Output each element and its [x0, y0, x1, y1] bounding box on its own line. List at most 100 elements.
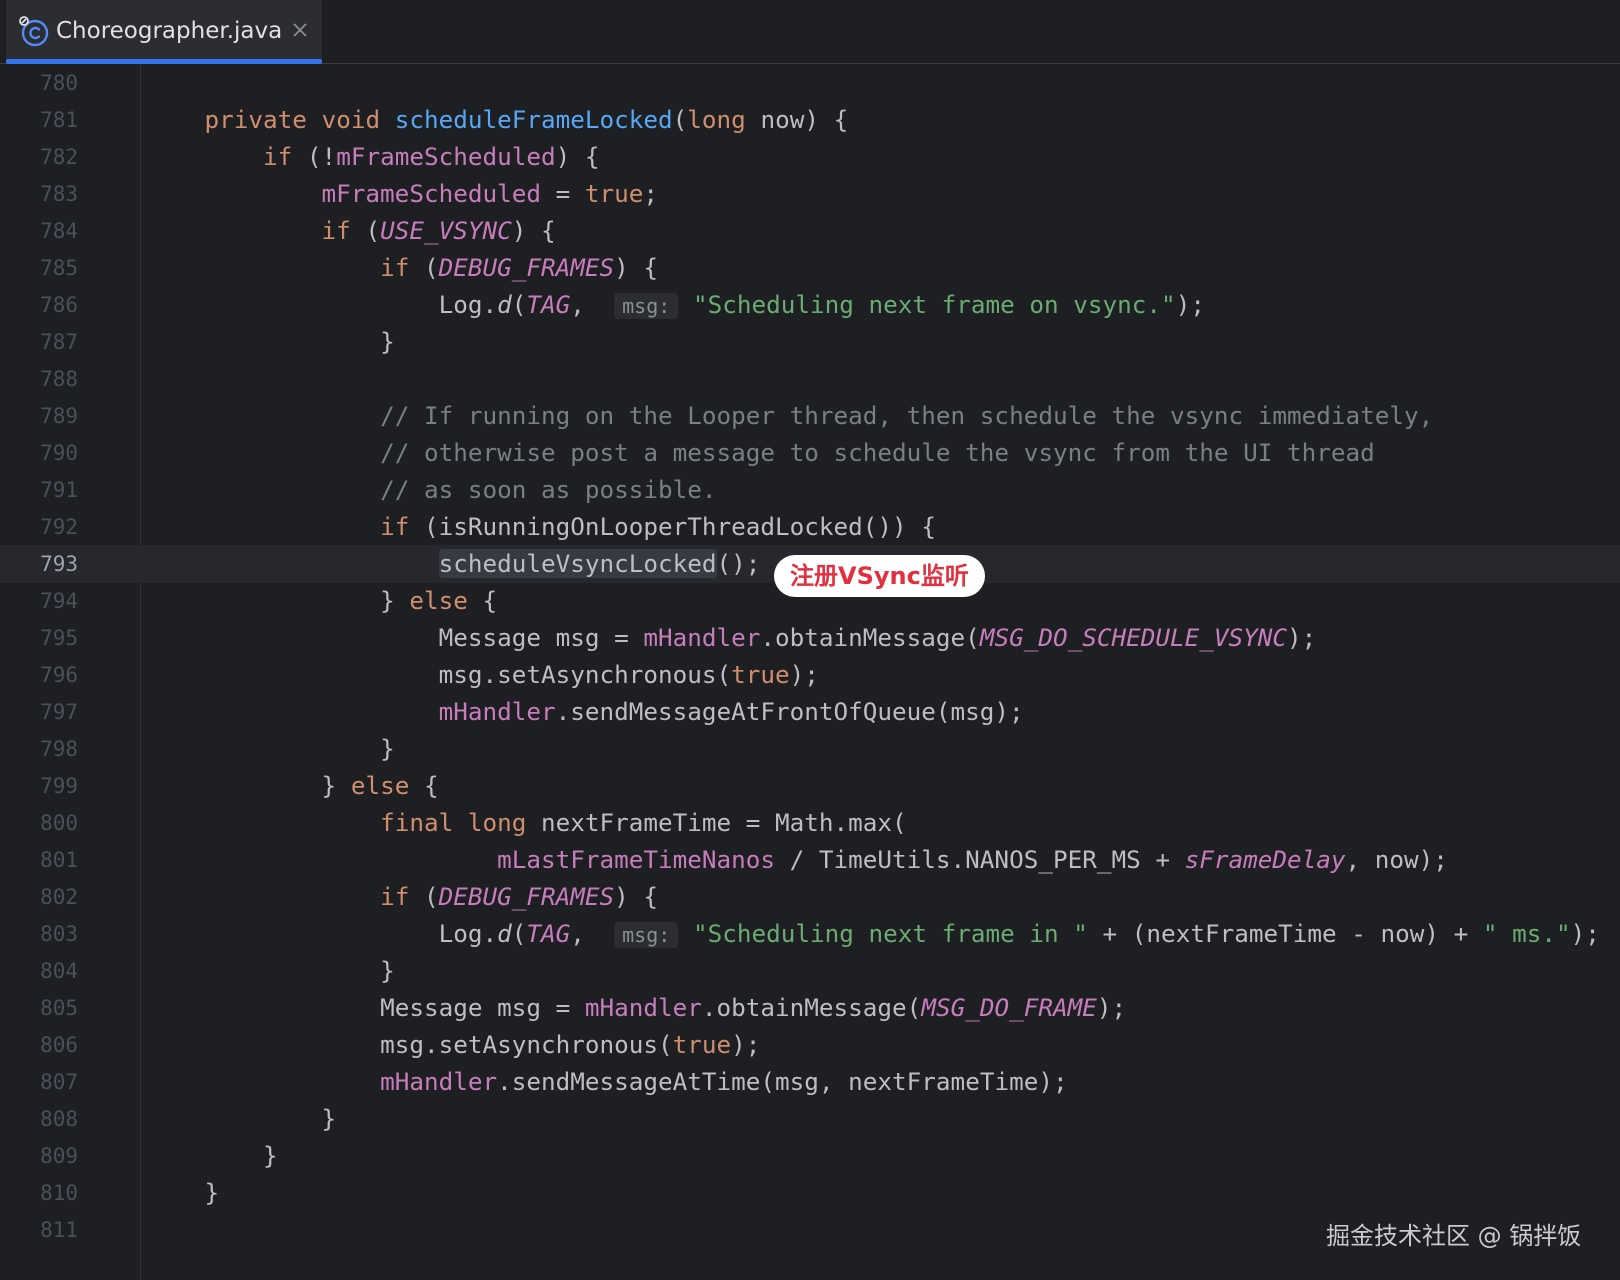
- code-text[interactable]: // as soon as possible.: [146, 471, 716, 509]
- code-line[interactable]: 806 msg.setAsynchronous(true);: [0, 1026, 1620, 1064]
- line-number[interactable]: 799: [0, 767, 78, 805]
- code-line[interactable]: 798 }: [0, 730, 1620, 768]
- code-text[interactable]: Message msg = mHandler.obtainMessage(MSG…: [146, 989, 1126, 1027]
- code-text[interactable]: msg.setAsynchronous(true);: [146, 1026, 760, 1064]
- code-text[interactable]: Message msg = mHandler.obtainMessage(MSG…: [146, 619, 1317, 657]
- code-text[interactable]: Log.d(TAG, msg: "Scheduling next frame i…: [146, 915, 1600, 954]
- code-line[interactable]: 803 Log.d(TAG, msg: "Scheduling next fra…: [0, 915, 1620, 953]
- code-text[interactable]: } else {: [146, 582, 497, 620]
- code-text[interactable]: if (isRunningOnLooperThreadLocked()) {: [146, 508, 936, 546]
- code-line[interactable]: 797 mHandler.sendMessageAtFrontOfQueue(m…: [0, 693, 1620, 731]
- code-line[interactable]: 780: [0, 64, 1620, 102]
- close-icon[interactable]: [290, 20, 310, 40]
- line-number[interactable]: 781: [0, 101, 78, 139]
- line-number[interactable]: 806: [0, 1026, 78, 1064]
- line-number[interactable]: 783: [0, 175, 78, 213]
- code-text[interactable]: } else {: [146, 767, 439, 805]
- code-text[interactable]: }: [146, 323, 395, 361]
- code-text[interactable]: if (DEBUG_FRAMES) {: [146, 878, 658, 916]
- line-number[interactable]: 802: [0, 878, 78, 916]
- line-number[interactable]: 782: [0, 138, 78, 176]
- line-number[interactable]: 809: [0, 1137, 78, 1175]
- code-line[interactable]: 796 msg.setAsynchronous(true);: [0, 656, 1620, 694]
- code-line[interactable]: 795 Message msg = mHandler.obtainMessage…: [0, 619, 1620, 657]
- code-text[interactable]: }: [146, 952, 395, 990]
- line-number[interactable]: 794: [0, 582, 78, 620]
- line-number[interactable]: 793: [0, 545, 78, 583]
- line-number[interactable]: 788: [0, 360, 78, 398]
- code-line[interactable]: 784 if (USE_VSYNC) {: [0, 212, 1620, 250]
- line-number[interactable]: 797: [0, 693, 78, 731]
- line-number[interactable]: 798: [0, 730, 78, 768]
- code-line[interactable]: 791 // as soon as possible.: [0, 471, 1620, 509]
- code-line[interactable]: 787 }: [0, 323, 1620, 361]
- line-number[interactable]: 785: [0, 249, 78, 287]
- line-number[interactable]: 807: [0, 1063, 78, 1101]
- code-text[interactable]: mFrameScheduled = true;: [146, 175, 658, 213]
- code-text[interactable]: Log.d(TAG, msg: "Scheduling next frame o…: [146, 286, 1205, 325]
- code-text[interactable]: }: [146, 1100, 337, 1138]
- code-line[interactable]: 804 }: [0, 952, 1620, 990]
- line-number[interactable]: 787: [0, 323, 78, 361]
- code-text[interactable]: scheduleVsyncLocked();: [146, 545, 760, 583]
- code-line[interactable]: 809 }: [0, 1137, 1620, 1175]
- code-line[interactable]: 785 if (DEBUG_FRAMES) {: [0, 249, 1620, 287]
- line-number[interactable]: 780: [0, 64, 78, 102]
- code-text[interactable]: if (USE_VSYNC) {: [146, 212, 556, 250]
- code-token: }: [380, 734, 395, 763]
- line-number[interactable]: 810: [0, 1174, 78, 1212]
- code-line[interactable]: 786 Log.d(TAG, msg: "Scheduling next fra…: [0, 286, 1620, 324]
- code-token: if: [380, 253, 410, 282]
- annotation-badge: 注册VSync监听: [774, 555, 985, 597]
- code-line[interactable]: 782 if (!mFrameScheduled) {: [0, 138, 1620, 176]
- code-line[interactable]: 789 // If running on the Looper thread, …: [0, 397, 1620, 435]
- line-number[interactable]: 790: [0, 434, 78, 472]
- code-line[interactable]: 799 } else {: [0, 767, 1620, 805]
- code-text[interactable]: mHandler.sendMessageAtTime(msg, nextFram…: [146, 1063, 1068, 1101]
- code-line[interactable]: 800 final long nextFrameTime = Math.max(: [0, 804, 1620, 842]
- code-text[interactable]: }: [146, 730, 395, 768]
- code-line[interactable]: 810 }: [0, 1174, 1620, 1212]
- code-text[interactable]: final long nextFrameTime = Math.max(: [146, 804, 907, 842]
- line-number[interactable]: 811: [0, 1211, 78, 1249]
- code-text[interactable]: mHandler.sendMessageAtFrontOfQueue(msg);: [146, 693, 1024, 731]
- code-text[interactable]: mLastFrameTimeNanos / TimeUtils.NANOS_PE…: [146, 841, 1448, 879]
- code-text[interactable]: if (DEBUG_FRAMES) {: [146, 249, 658, 287]
- line-number[interactable]: 801: [0, 841, 78, 879]
- tab-choreographer-java[interactable]: Choreographer.java: [6, 0, 322, 64]
- code-line[interactable]: 808 }: [0, 1100, 1620, 1138]
- line-number[interactable]: 796: [0, 656, 78, 694]
- tab-title: Choreographer.java: [56, 18, 283, 44]
- code-line[interactable]: 807 mHandler.sendMessageAtTime(msg, next…: [0, 1063, 1620, 1101]
- code-token: (: [409, 882, 439, 911]
- code-token: (: [409, 253, 439, 282]
- line-number[interactable]: 789: [0, 397, 78, 435]
- line-number[interactable]: 795: [0, 619, 78, 657]
- code-line[interactable]: 781 private void scheduleFrameLocked(lon…: [0, 101, 1620, 139]
- code-line[interactable]: 802 if (DEBUG_FRAMES) {: [0, 878, 1620, 916]
- code-text[interactable]: msg.setAsynchronous(true);: [146, 656, 819, 694]
- code-line[interactable]: 788: [0, 360, 1620, 398]
- code-text[interactable]: if (!mFrameScheduled) {: [146, 138, 599, 176]
- code-text[interactable]: }: [146, 1137, 278, 1175]
- code-line[interactable]: 792 if (isRunningOnLooperThreadLocked())…: [0, 508, 1620, 546]
- line-number[interactable]: 784: [0, 212, 78, 250]
- code-text[interactable]: // otherwise post a message to schedule …: [146, 434, 1375, 472]
- code-text[interactable]: private void scheduleFrameLocked(long no…: [146, 101, 849, 139]
- code-text[interactable]: }: [146, 1174, 220, 1212]
- line-number[interactable]: 803: [0, 915, 78, 953]
- line-number[interactable]: 791: [0, 471, 78, 509]
- code-text[interactable]: // If running on the Looper thread, then…: [146, 397, 1433, 435]
- code-line[interactable]: 801 mLastFrameTimeNanos / TimeUtils.NANO…: [0, 841, 1620, 879]
- line-number[interactable]: 805: [0, 989, 78, 1027]
- line-number[interactable]: 792: [0, 508, 78, 546]
- code-line[interactable]: 805 Message msg = mHandler.obtainMessage…: [0, 989, 1620, 1027]
- line-number[interactable]: 786: [0, 286, 78, 324]
- line-number[interactable]: 808: [0, 1100, 78, 1138]
- code-line[interactable]: 790 // otherwise post a message to sched…: [0, 434, 1620, 472]
- code-line[interactable]: 783 mFrameScheduled = true;: [0, 175, 1620, 213]
- line-number[interactable]: 800: [0, 804, 78, 842]
- line-number[interactable]: 804: [0, 952, 78, 990]
- code-editor[interactable]: 780 781 private void scheduleFrameLocked(…: [0, 64, 1620, 1280]
